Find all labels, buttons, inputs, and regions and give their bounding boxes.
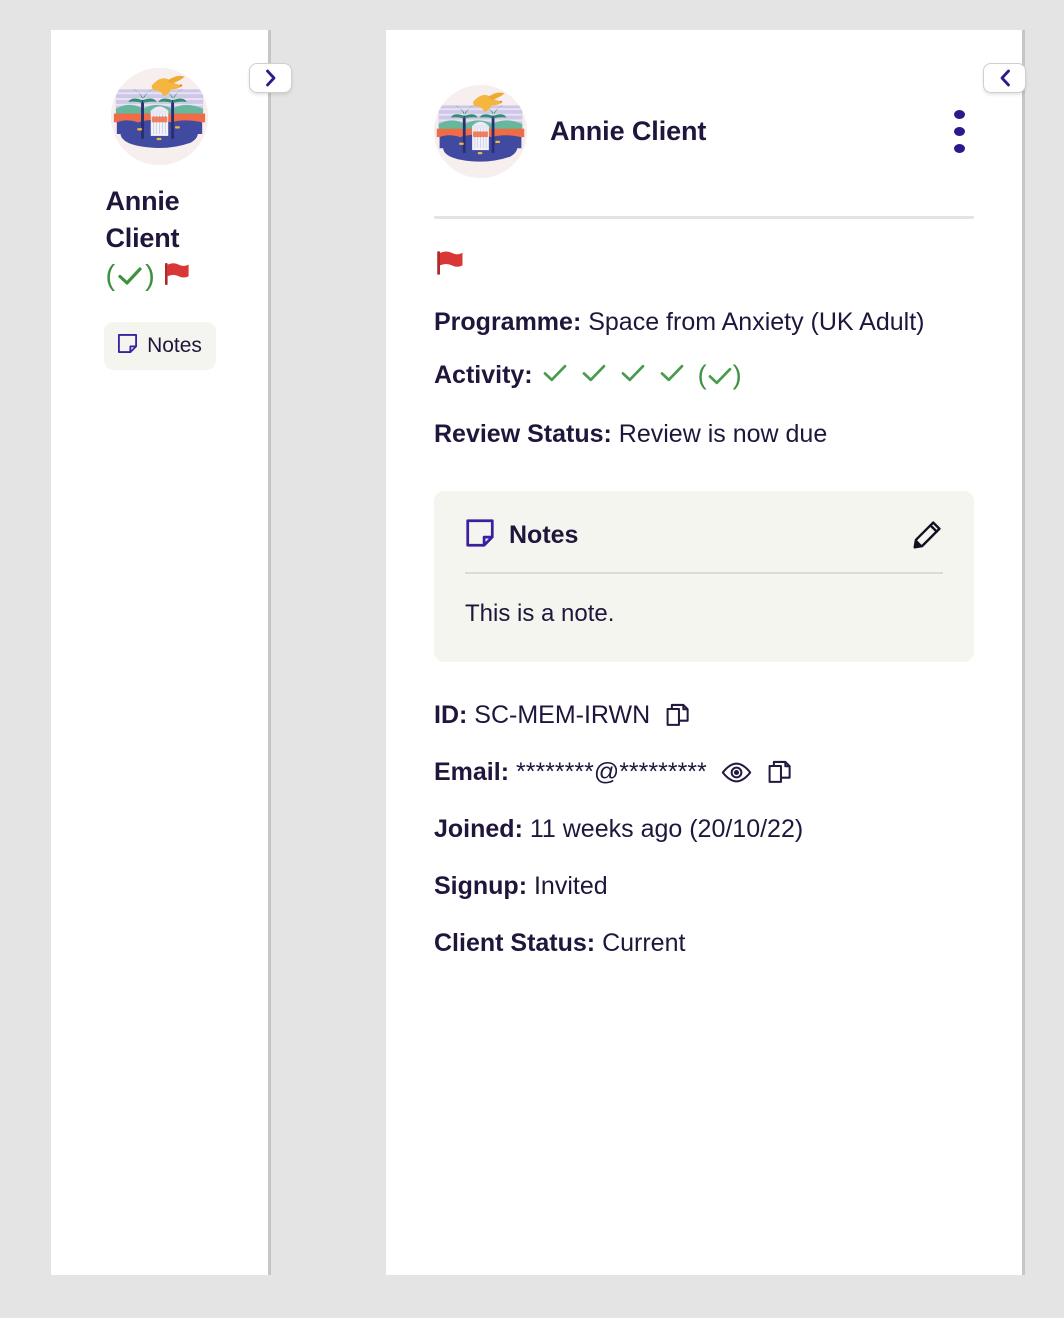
- pencil-edit-icon[interactable]: [910, 519, 943, 552]
- check-icon: [581, 357, 607, 394]
- eye-reveal-icon[interactable]: [721, 759, 752, 786]
- copy-icon[interactable]: [766, 759, 793, 786]
- detail-joined-value: 11 weeks ago (20/10/22): [529, 815, 804, 843]
- app-root: Annie Client () Notes Annie Client Progr…: [0, 0, 1064, 1318]
- page-title: Annie Client: [550, 116, 707, 146]
- red-flag-icon: [162, 260, 190, 293]
- field-review-status: Review Status: Review is now due: [434, 416, 974, 453]
- detail-row-signup: Signup: Invited: [434, 869, 974, 904]
- chevron-left-icon: [998, 68, 1012, 88]
- detail-row-email: Email: ********@*********: [434, 755, 974, 790]
- expand-sidebar-button[interactable]: [249, 63, 292, 93]
- detail-row-id: ID: SC-MEM-IRWN: [434, 698, 974, 733]
- sidebar-status-badges: (): [106, 260, 214, 293]
- notes-icon: [117, 333, 138, 359]
- detail-client-status-value: Current: [602, 929, 686, 957]
- detail-id-value: SC-MEM-IRWN: [474, 701, 651, 729]
- notes-card-header: Notes: [465, 518, 943, 553]
- sidebar-content: Annie Client () Notes: [51, 30, 268, 370]
- detail-email-label: Email:: [434, 758, 510, 786]
- client-details-list: ID: SC-MEM-IRWN Email: ********@********…: [434, 698, 974, 961]
- collapse-detail-panel-button[interactable]: [983, 63, 1026, 93]
- field-review-status-value: Review is now due: [618, 420, 828, 448]
- notes-card: Notes This is a note.: [434, 491, 974, 662]
- notes-card-divider: [465, 572, 943, 574]
- activity-check-marks: (): [542, 357, 742, 394]
- check-icon: [542, 357, 568, 394]
- check-icon: [659, 357, 685, 394]
- notes-icon: [465, 518, 495, 553]
- detail-client-status-label: Client Status:: [434, 929, 596, 957]
- field-review-status-label: Review Status:: [434, 420, 612, 448]
- green-parenthesised-check-icon: (): [105, 259, 155, 292]
- detail-header: Annie Client: [434, 85, 974, 178]
- field-activity: Activity: (): [434, 357, 974, 394]
- field-programme-value: Space from Anxiety (UK Adult): [588, 308, 925, 336]
- detail-row-joined: Joined: 11 weeks ago (20/10/22): [434, 812, 974, 847]
- field-programme: Programme: Space from Anxiety (UK Adult): [434, 304, 974, 341]
- detail-panel-content: Annie Client Programme: Space from Anxie…: [386, 30, 1022, 961]
- detail-row-client-status: Client Status: Current: [434, 926, 974, 961]
- sidebar-notes-label: Notes: [147, 333, 202, 357]
- copy-icon[interactable]: [664, 702, 691, 729]
- field-programme-label: Programme:: [434, 308, 582, 336]
- check-icon: [620, 357, 646, 394]
- sidebar-client-name: Annie Client: [105, 186, 180, 254]
- detail-id-label: ID:: [434, 701, 468, 729]
- avatar: [111, 68, 208, 165]
- kebab-menu-icon[interactable]: [944, 109, 974, 154]
- detail-signup-label: Signup:: [434, 872, 528, 900]
- notes-card-title: Notes: [509, 521, 579, 549]
- notes-card-body: This is a note.: [465, 600, 615, 627]
- flag-row: [434, 248, 974, 282]
- sidebar-notes-button[interactable]: Notes: [103, 321, 216, 370]
- avatar: [434, 85, 527, 178]
- detail-email-value: ********@*********: [515, 758, 707, 786]
- red-flag-icon: [434, 251, 464, 284]
- chevron-right-icon: [264, 68, 278, 88]
- detail-signup-value: Invited: [533, 872, 608, 900]
- green-parenthesised-check-icon: (): [697, 360, 742, 390]
- detail-joined-label: Joined:: [434, 815, 523, 843]
- header-divider: [434, 216, 974, 219]
- field-activity-label: Activity:: [434, 361, 533, 389]
